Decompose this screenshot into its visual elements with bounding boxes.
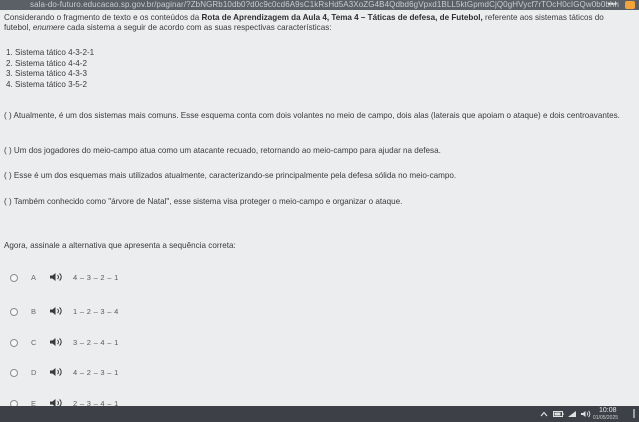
extension-icon[interactable] <box>625 1 635 9</box>
more-options-icon[interactable]: ••• <box>608 0 617 9</box>
alternative-d[interactable]: D 4 – 2 – 3 – 1 <box>0 365 639 383</box>
clock-time[interactable]: 10:08 <box>599 407 617 414</box>
system-item: 2. Sistema tático 4-4-2 <box>6 58 87 68</box>
volume-icon[interactable] <box>580 410 591 418</box>
question-prompt: Agora, assinale a alternativa que aprese… <box>4 241 236 250</box>
statement-1: ( ) Atualmente, é um dos sistemas mais c… <box>4 111 620 120</box>
show-desktop-button[interactable] <box>633 409 635 418</box>
alternative-sequence: 1 – 2 – 3 – 4 <box>73 307 119 316</box>
speaker-icon[interactable] <box>49 306 63 316</box>
alternative-sequence: 4 – 2 – 3 – 1 <box>73 368 119 377</box>
radio-button[interactable] <box>10 308 18 316</box>
alternative-sequence: 4 – 3 – 2 – 1 <box>73 273 119 282</box>
browser-top-bar: sala-do-futuro.educacao.sp.gov.br/pagina… <box>0 0 639 10</box>
intro-bold: Rota de Aprendizagem da Aula 4, Tema 4 –… <box>201 13 483 22</box>
speaker-icon[interactable] <box>49 337 63 347</box>
alternative-a[interactable]: A 4 – 3 – 2 – 1 <box>0 270 639 288</box>
radio-button[interactable] <box>10 369 18 377</box>
chevron-up-icon[interactable] <box>540 410 548 418</box>
system-item: 4. Sistema tático 3-5-2 <box>6 79 87 89</box>
intro-italic: enumere <box>32 23 65 32</box>
battery-icon[interactable] <box>553 410 564 418</box>
alternative-b[interactable]: B 1 – 2 – 3 – 4 <box>0 304 639 322</box>
systems-list: 1. Sistema tático 4-3-2-1 2. Sistema tát… <box>6 48 94 90</box>
alternative-letter: D <box>31 368 37 377</box>
system-item: 1. Sistema tático 4-3-2-1 <box>6 48 95 57</box>
speaker-icon[interactable] <box>49 367 63 377</box>
wifi-icon[interactable] <box>567 410 577 418</box>
statement-2: ( ) Um dos jogadores do meio-campo atua … <box>4 146 441 155</box>
statement-3: ( ) Esse é um dos esquemas mais utilizad… <box>4 171 457 180</box>
alternative-letter: B <box>31 307 37 316</box>
alternative-letter: A <box>31 273 37 282</box>
address-text[interactable]: sala-do-futuro.educacao.sp.gov.br/pagina… <box>30 0 619 10</box>
question-intro: Considerando o fragmento de texto e os c… <box>4 13 604 32</box>
speaker-icon[interactable] <box>49 272 63 282</box>
statement-4: ( ) Também conhecido como "árvore de Nat… <box>4 197 403 206</box>
radio-button[interactable] <box>10 274 18 282</box>
radio-button[interactable] <box>10 339 18 347</box>
alternative-letter: C <box>31 338 37 347</box>
clock-date[interactable]: 01/05/2025 <box>593 415 618 421</box>
alternative-c[interactable]: C 3 – 2 – 4 – 1 <box>0 335 639 353</box>
alternative-sequence: 3 – 2 – 4 – 1 <box>73 338 119 347</box>
system-item: 3. Sistema tático 4-3-3 <box>6 69 87 78</box>
taskbar: 10:08 01/05/2025 <box>0 406 639 422</box>
